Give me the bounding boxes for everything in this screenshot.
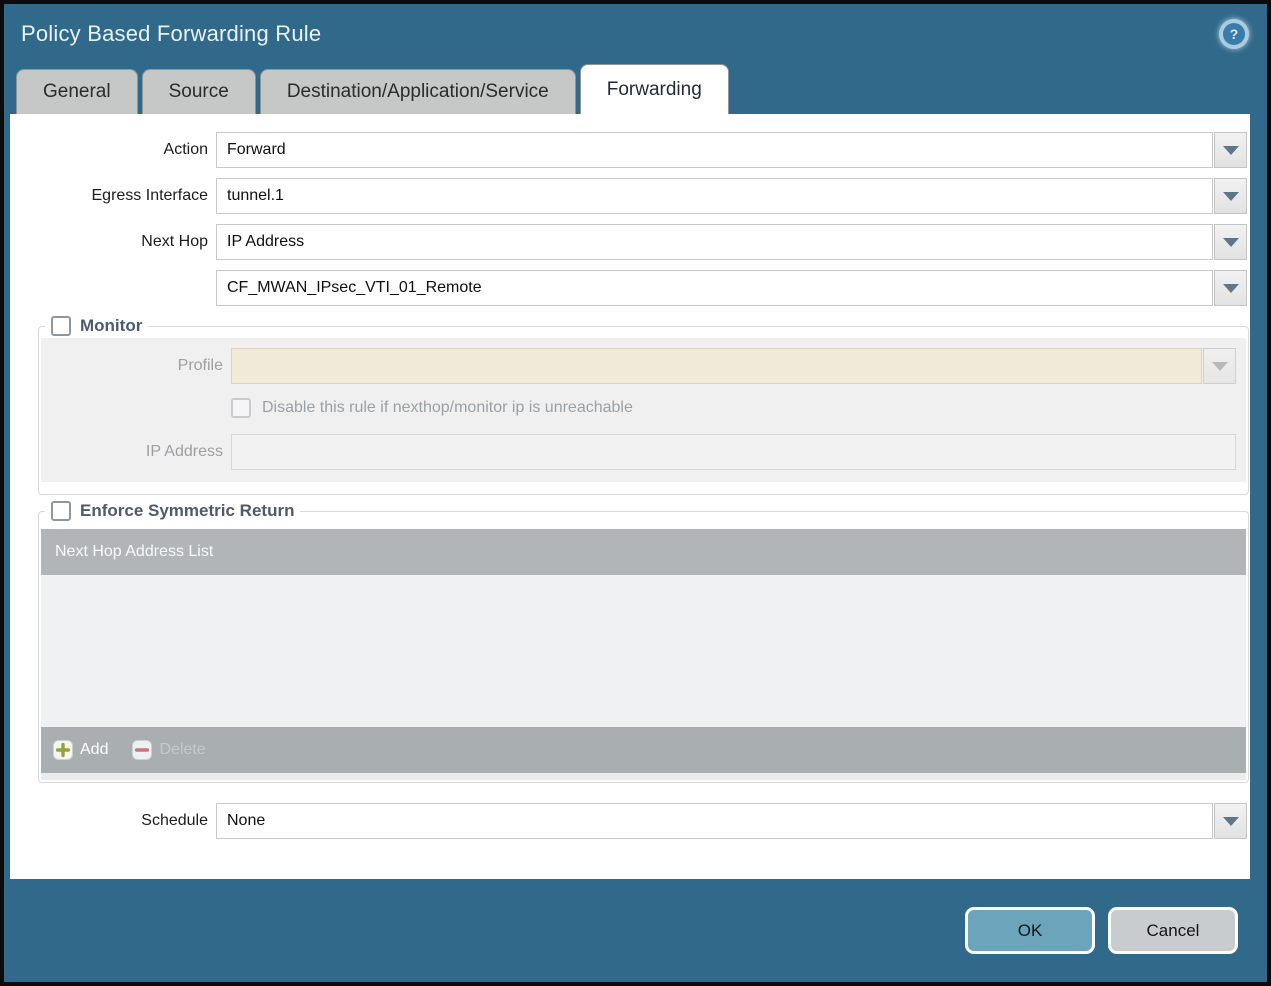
tab-destination-application-service[interactable]: Destination/Application/Service [259, 69, 576, 114]
chevron-down-icon [1211, 361, 1228, 371]
next-hop-address-table-toolbar: Add Delete [41, 727, 1246, 773]
schedule-row: Schedule None [10, 803, 1250, 839]
schedule-value[interactable]: None [216, 803, 1213, 839]
disable-rule-row: Disable this rule if nexthop/monitor ip … [231, 393, 1246, 423]
help-icon[interactable]: ? [1219, 19, 1249, 49]
table-bottom-strip [41, 773, 1246, 780]
schedule-dropdown-button[interactable] [1214, 803, 1247, 839]
dialog-titlebar: Policy Based Forwarding Rule ? [4, 4, 1267, 64]
enforce-symmetric-return-legend-label: Enforce Symmetric Return [80, 501, 295, 520]
delete-button-label: Delete [159, 741, 206, 758]
schedule-label: Schedule [141, 812, 208, 829]
enforce-symmetric-return-group: Enforce Symmetric Return Next Hop Addres… [38, 501, 1249, 783]
plus-icon [53, 740, 73, 760]
egress-interface-select[interactable]: tunnel.1 [216, 178, 1247, 214]
profile-select [231, 348, 1236, 384]
dialog-footer: OK Cancel [4, 879, 1267, 982]
cancel-button[interactable]: Cancel [1108, 907, 1238, 954]
monitor-panel: Profile Disable this rule if nexthop/mon… [41, 338, 1246, 482]
tab-forwarding[interactable]: Forwarding [579, 64, 729, 114]
next-hop-label: Next Hop [141, 233, 208, 250]
chevron-down-icon [1222, 237, 1239, 247]
chevron-down-icon [1222, 283, 1239, 293]
next-hop-value[interactable]: IP Address [216, 224, 1213, 260]
enforce-symmetric-return-legend: Enforce Symmetric Return [45, 501, 300, 521]
chevron-down-icon [1222, 191, 1239, 201]
egress-interface-dropdown-button[interactable] [1214, 178, 1247, 214]
next-hop-address-value[interactable]: CF_MWAN_IPsec_VTI_01_Remote [216, 270, 1213, 306]
monitor-legend-label: Monitor [80, 316, 143, 335]
next-hop-select[interactable]: IP Address [216, 224, 1247, 260]
tab-source[interactable]: Source [141, 69, 256, 114]
dialog-title: Policy Based Forwarding Rule [21, 21, 322, 46]
next-hop-address-dropdown-button[interactable] [1214, 270, 1247, 306]
disable-rule-checkbox [231, 398, 251, 418]
profile-label: Profile [177, 357, 223, 374]
monitor-checkbox[interactable] [51, 316, 71, 336]
action-label: Action [163, 141, 208, 158]
next-hop-address-table: Next Hop Address List Add Delete [41, 529, 1246, 780]
next-hop-address-row: CF_MWAN_IPsec_VTI_01_Remote [10, 270, 1250, 306]
egress-interface-value[interactable]: tunnel.1 [216, 178, 1213, 214]
add-button-label: Add [80, 741, 109, 758]
egress-interface-label: Egress Interface [91, 187, 209, 204]
monitor-ip-address-row: IP Address [41, 434, 1246, 470]
egress-interface-row: Egress Interface tunnel.1 [10, 178, 1250, 214]
action-select[interactable]: Forward [216, 132, 1247, 168]
action-row: Action Forward [10, 132, 1250, 168]
tab-general[interactable]: General [16, 69, 138, 114]
enforce-symmetric-return-checkbox[interactable] [51, 501, 71, 521]
next-hop-address-list-body [41, 575, 1246, 727]
next-hop-address-list-header: Next Hop Address List [41, 529, 1246, 575]
disable-rule-label: Disable this rule if nexthop/monitor ip … [262, 399, 633, 416]
policy-based-forwarding-rule-dialog: Policy Based Forwarding Rule ? General S… [0, 0, 1271, 986]
profile-row: Profile [41, 348, 1246, 384]
delete-button: Delete [132, 740, 206, 760]
add-button[interactable]: Add [53, 740, 108, 760]
minus-icon [132, 740, 153, 760]
monitor-ip-address-label: IP Address [145, 443, 223, 460]
monitor-ip-address-input [231, 434, 1236, 470]
profile-value [231, 348, 1202, 384]
tab-bar: General Source Destination/Application/S… [4, 64, 1267, 114]
chevron-down-icon [1222, 816, 1239, 826]
monitor-group: Monitor Profile Disable this rule if nex… [38, 316, 1249, 495]
next-hop-address-select[interactable]: CF_MWAN_IPsec_VTI_01_Remote [216, 270, 1247, 306]
monitor-legend: Monitor [45, 316, 148, 336]
action-dropdown-button[interactable] [1214, 132, 1247, 168]
profile-dropdown-button [1203, 348, 1236, 384]
question-mark-glyph: ? [1223, 23, 1245, 45]
ok-button[interactable]: OK [965, 907, 1095, 954]
schedule-select[interactable]: None [216, 803, 1247, 839]
next-hop-dropdown-button[interactable] [1214, 224, 1247, 260]
forwarding-tab-panel: Action Forward Egress Interface tunnel.1… [10, 114, 1250, 879]
action-value[interactable]: Forward [216, 132, 1213, 168]
next-hop-row: Next Hop IP Address [10, 224, 1250, 260]
chevron-down-icon [1222, 145, 1239, 155]
